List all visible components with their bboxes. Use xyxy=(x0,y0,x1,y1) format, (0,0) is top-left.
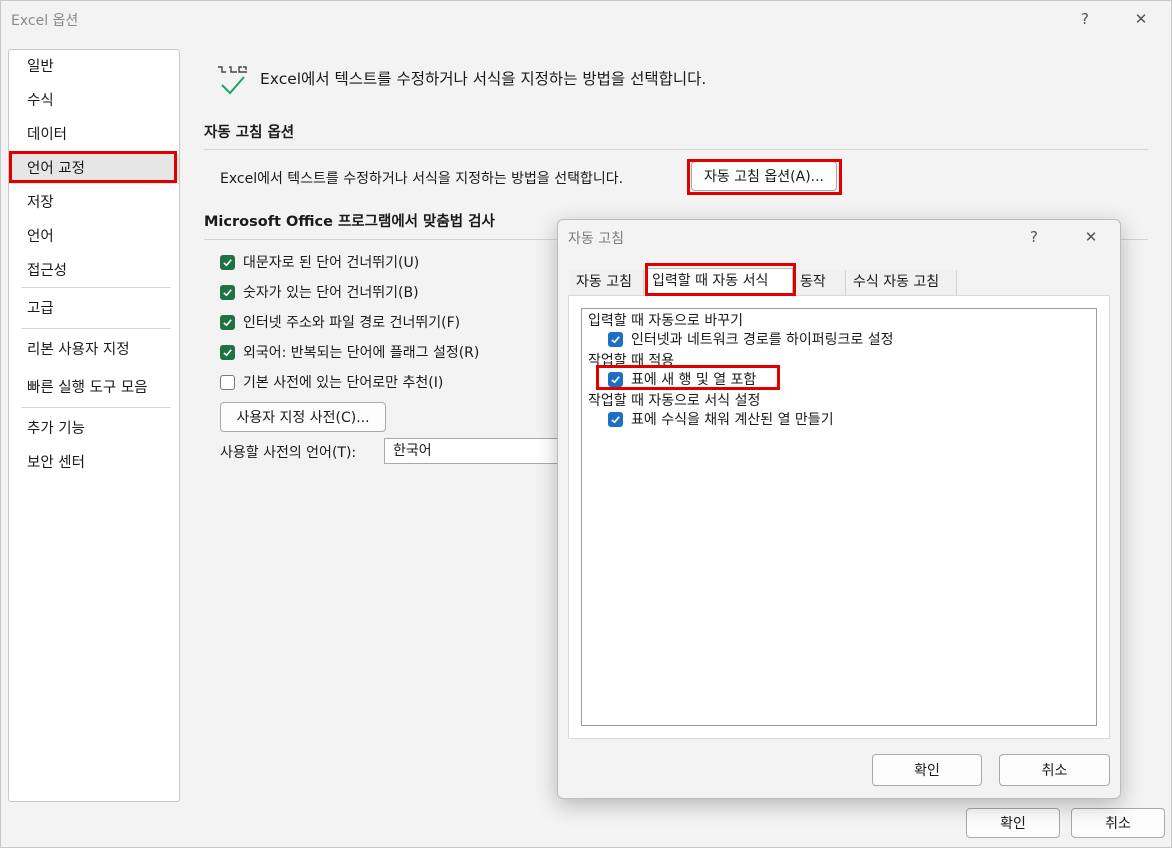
autoformat-options-list: 입력할 때 자동으로 바꾸기 인터넷과 네트워크 경로를 하이퍼링크로 설정 작… xyxy=(581,308,1097,726)
nav-item-save[interactable]: 저장 xyxy=(9,188,179,218)
nav-divider xyxy=(21,328,171,329)
option-ignore-uppercase[interactable]: 대문자로 된 단어 건너뛰기(U) xyxy=(220,252,419,272)
nav-item-general[interactable]: 일반 xyxy=(9,52,179,82)
nav-item-quick-access-toolbar[interactable]: 빠른 실행 도구 모음 xyxy=(9,373,179,403)
options-navigation: 일반 수식 데이터 언어 교정 저장 언어 접근성 고급 리본 사용자 지정 빠… xyxy=(8,49,180,802)
dialog-title: 자동 고침 xyxy=(568,231,624,247)
nav-item-language[interactable]: 언어 xyxy=(9,222,179,252)
autocorrect-options-button[interactable]: 자동 고침 옵션(A)... xyxy=(691,161,837,191)
checkbox-checked-icon[interactable] xyxy=(220,284,235,300)
option-suggest-main-dictionary-only[interactable]: 기본 사전에 있는 단어로만 추천(I) xyxy=(220,372,443,392)
nav-item-advanced[interactable]: 고급 xyxy=(9,294,179,324)
dialog-help-button[interactable]: ? xyxy=(1019,223,1049,251)
nav-item-data[interactable]: 데이터 xyxy=(9,120,179,150)
tab-autocorrect[interactable]: 자동 고침 xyxy=(570,270,644,295)
nav-item-proofing[interactable]: 언어 교정 xyxy=(9,154,179,184)
title-bar: Excel 옵션 ? ✕ xyxy=(1,1,1171,37)
option-label: 숫자가 있는 단어 건너뛰기(B) xyxy=(243,285,419,301)
autocorrect-description: Excel에서 텍스트를 수정하거나 서식을 지정하는 방법을 선택합니다. xyxy=(220,171,624,187)
option-label: 기본 사전에 있는 단어로만 추천(I) xyxy=(243,375,444,391)
checkbox-checked-icon[interactable] xyxy=(220,344,235,360)
dialog-cancel-button[interactable]: 취소 xyxy=(999,754,1110,786)
autocorrect-section-title: 자동 고침 옵션 xyxy=(204,125,295,141)
option-label: 표에 수식을 채워 계산된 열 만들기 xyxy=(631,412,834,428)
tab-autoformat-as-you-type[interactable]: 입력할 때 자동 서식 xyxy=(645,268,793,295)
nav-item-add-ins[interactable]: 추가 기능 xyxy=(9,414,179,444)
nav-item-accessibility[interactable]: 접근성 xyxy=(9,256,179,286)
custom-dictionaries-button[interactable]: 사용자 지정 사전(C)... xyxy=(220,402,386,432)
tab-panel: 입력할 때 자동으로 바꾸기 인터넷과 네트워크 경로를 하이퍼링크로 설정 작… xyxy=(568,295,1110,739)
option-ignore-numbers[interactable]: 숫자가 있는 단어 건너뛰기(B) xyxy=(220,282,419,302)
group-title-automatically-as-you-work: 작업할 때 자동으로 서식 설정 xyxy=(588,393,761,409)
nav-item-trust-center[interactable]: 보안 센터 xyxy=(9,448,179,478)
nav-divider xyxy=(21,407,171,408)
dictionary-language-select[interactable]: 한국어 xyxy=(384,438,584,464)
tab-actions[interactable]: 동작 xyxy=(794,270,846,295)
close-button[interactable]: ✕ xyxy=(1126,5,1156,33)
autocorrect-dialog: 자동 고침 ? ✕ 자동 고침 입력할 때 자동 서식 동작 수식 자동 고침 … xyxy=(557,219,1121,799)
cancel-button[interactable]: 취소 xyxy=(1071,808,1165,838)
ok-button[interactable]: 확인 xyxy=(966,808,1060,838)
checkbox-checked-icon[interactable] xyxy=(608,331,623,347)
option-label: 인터넷과 네트워크 경로를 하이퍼링크로 설정 xyxy=(631,332,894,348)
checkbox-checked-icon[interactable] xyxy=(220,254,235,270)
nav-item-customize-ribbon[interactable]: 리본 사용자 지정 xyxy=(9,335,179,365)
nav-item-formulas[interactable]: 수식 xyxy=(9,86,179,116)
section-divider xyxy=(204,149,1148,150)
page-header-text: Excel에서 텍스트를 수정하거나 서식을 지정하는 방법을 선택합니다. xyxy=(260,70,707,88)
dialog-ok-button[interactable]: 확인 xyxy=(872,754,982,786)
group-title-apply-as-you-work: 작업할 때 적용 xyxy=(588,353,675,369)
spelling-section-title: Microsoft Office 프로그램에서 맞춤법 검사 xyxy=(204,214,495,230)
option-label: 외국어: 반복되는 단어에 플래그 설정(R) xyxy=(243,345,480,361)
dictionary-language-label: 사용할 사전의 언어(T): xyxy=(220,445,357,461)
option-label: 표에 새 행 및 열 포함 xyxy=(631,372,757,388)
window-title: Excel 옵션 xyxy=(11,13,79,29)
checkbox-checked-icon[interactable] xyxy=(220,314,235,330)
option-calculated-columns[interactable]: 표에 수식을 채워 계산된 열 만들기 xyxy=(608,409,834,429)
checkbox-checked-icon[interactable] xyxy=(608,371,623,387)
group-title-replace-as-you-type: 입력할 때 자동으로 바꾸기 xyxy=(588,313,744,329)
option-label: 대문자로 된 단어 건너뛰기(U) xyxy=(243,255,420,271)
option-label: 인터넷 주소와 파일 경로 건너뛰기(F) xyxy=(243,315,461,331)
checkbox-unchecked-icon[interactable] xyxy=(220,374,235,390)
proofing-check-icon xyxy=(218,66,247,95)
dialog-close-button[interactable]: ✕ xyxy=(1076,223,1106,251)
option-flag-repeated-words[interactable]: 외국어: 반복되는 단어에 플래그 설정(R) xyxy=(220,342,479,362)
tab-math-autocorrect[interactable]: 수식 자동 고침 xyxy=(847,270,957,295)
option-include-new-rows-columns[interactable]: 표에 새 행 및 열 포함 xyxy=(608,369,756,389)
help-button[interactable]: ? xyxy=(1070,5,1100,33)
option-hyperlink-paths[interactable]: 인터넷과 네트워크 경로를 하이퍼링크로 설정 xyxy=(608,329,894,349)
checkbox-checked-icon[interactable] xyxy=(608,411,623,427)
nav-divider xyxy=(21,287,171,288)
option-ignore-internet-paths[interactable]: 인터넷 주소와 파일 경로 건너뛰기(F) xyxy=(220,312,460,332)
